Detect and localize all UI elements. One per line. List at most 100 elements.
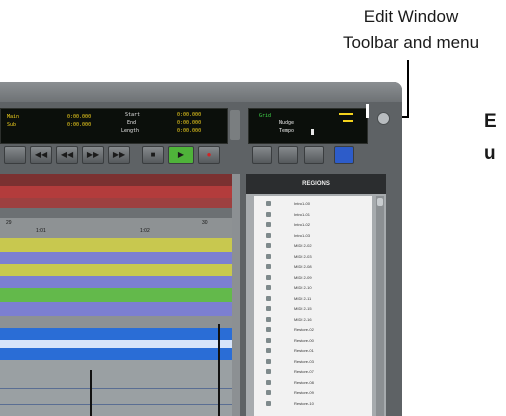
- region-item[interactable]: MIDI 2-08: [254, 263, 372, 270]
- region-icon: [266, 400, 271, 406]
- region-item[interactable]: MIDI 2-10: [254, 284, 372, 291]
- region-item[interactable]: Intro1-02: [254, 221, 372, 228]
- timeline-ruler[interactable]: 29 1:01 1:02 30: [0, 218, 232, 238]
- rtz-button[interactable]: [4, 146, 26, 164]
- annotation-right-partial: E u: [484, 106, 506, 170]
- end-icon[interactable]: ▶▶: [108, 146, 130, 164]
- window-title-bar[interactable]: [0, 82, 402, 102]
- forward-icon[interactable]: ▶▶: [82, 146, 104, 164]
- record-icon[interactable]: ●: [198, 146, 220, 164]
- length-value[interactable]: 0:00.000: [177, 128, 201, 134]
- region-label: MIDI 2-09: [294, 274, 312, 280]
- stop-icon[interactable]: ■: [142, 146, 164, 164]
- select-icon[interactable]: [278, 146, 298, 164]
- regions-header[interactable]: REGIONS: [246, 174, 386, 194]
- region-label: Restore-10: [294, 400, 314, 406]
- track-red-1[interactable]: [0, 174, 232, 186]
- track-yellow-2[interactable]: [0, 264, 232, 276]
- tracks-scrollbar[interactable]: [232, 174, 240, 416]
- region-item[interactable]: Restore-07: [254, 368, 372, 375]
- ruler-start: 29: [6, 220, 12, 226]
- tempo-note-icon: [311, 129, 314, 135]
- region-item[interactable]: MIDI 2-16: [254, 316, 372, 323]
- region-label: Intro1-02: [294, 222, 311, 227]
- region-label: Restore-01: [294, 348, 314, 353]
- region-item[interactable]: MIDI 2-11: [254, 295, 372, 302]
- region-item[interactable]: Intro1-01: [254, 211, 372, 218]
- window-menu-icon[interactable]: [377, 112, 390, 125]
- region-icon: [266, 390, 271, 395]
- track-purple-1[interactable]: [0, 252, 232, 264]
- region-icon: [266, 358, 271, 364]
- region-item[interactable]: Intro1-03: [254, 232, 372, 239]
- region-item[interactable]: MIDI 2-09: [254, 274, 372, 281]
- region-label: Restore-03: [294, 358, 314, 364]
- audio-waveform-track[interactable]: [0, 328, 232, 360]
- cursor-line: [90, 370, 92, 416]
- region-icon: [266, 316, 271, 322]
- region-icon: [266, 264, 271, 269]
- tracks-area[interactable]: 29 1:01 1:02 30: [0, 174, 240, 416]
- grab-icon[interactable]: [304, 146, 324, 164]
- region-label: Intro1-03: [294, 232, 311, 238]
- region-label: Intro1-01: [294, 211, 311, 217]
- back-icon[interactable]: ◀◀: [56, 146, 78, 164]
- menu-marker: [366, 104, 369, 118]
- region-item[interactable]: MIDI 2-02: [254, 242, 372, 249]
- nudge-label: Nudge: [279, 120, 295, 126]
- region-label: Restore-02: [294, 327, 314, 332]
- zoom-icon[interactable]: [252, 146, 272, 164]
- tempo-label: Tempo: [279, 128, 295, 134]
- track-red-2[interactable]: [0, 186, 232, 198]
- region-item[interactable]: Restore-00: [254, 337, 372, 344]
- transport-controls: ◀◀ ◀◀ ▶▶ ▶▶ ■ ▶ ●: [0, 146, 240, 164]
- callout-line-vertical: [407, 60, 409, 118]
- waveform: [0, 340, 232, 348]
- ruler-end: 30: [202, 220, 208, 226]
- region-item[interactable]: Restore-08: [254, 379, 372, 386]
- region-item[interactable]: Restore-02: [254, 326, 372, 333]
- region-label: Restore-08: [294, 379, 314, 385]
- region-label: Restore-07: [294, 369, 314, 374]
- region-item[interactable]: Restore-03: [254, 358, 372, 365]
- edit-scroll-control[interactable]: [230, 110, 240, 140]
- rewind-icon[interactable]: ◀◀: [30, 146, 52, 164]
- nudge-value-marker[interactable]: [343, 120, 353, 122]
- track-yellow-1[interactable]: [0, 238, 232, 252]
- region-icon: [266, 369, 271, 374]
- scrollbar-thumb[interactable]: [377, 198, 383, 206]
- region-item[interactable]: Restore-10: [254, 400, 372, 407]
- play-icon[interactable]: ▶: [168, 146, 194, 164]
- region-label: MIDI 2-02: [294, 243, 312, 248]
- start-label: Start: [125, 112, 141, 118]
- regions-scrollbar[interactable]: [376, 196, 384, 416]
- track-purple-3[interactable]: [0, 302, 232, 316]
- edit-tools: [248, 146, 368, 164]
- ruler-mark-1: 1:01: [36, 228, 46, 234]
- region-item[interactable]: MIDI 2-03: [254, 253, 372, 260]
- region-item[interactable]: Restore-09: [254, 389, 372, 396]
- end-value[interactable]: 0:00.000: [177, 120, 201, 126]
- start-value[interactable]: 0:00.000: [177, 112, 201, 118]
- region-label: Intro1-00: [294, 201, 311, 206]
- main-counter-label: Main: [7, 114, 20, 120]
- regions-list[interactable]: Intro1-00 Intro1-01 Intro1-02 Intro1-03 MIDI…: [254, 196, 372, 416]
- region-item[interactable]: Intro1-00: [254, 200, 372, 207]
- main-counter-value[interactable]: 0:00.000: [67, 114, 91, 120]
- pencil-icon[interactable]: [334, 146, 354, 164]
- track-gap: [0, 208, 232, 218]
- counter-display: Main Sub 0:00.000 0:00.000 Start End Len…: [0, 108, 228, 144]
- region-icon: [266, 222, 271, 227]
- track-purple-2[interactable]: [0, 276, 232, 288]
- grid-value-marker[interactable]: [339, 113, 353, 115]
- region-label: Restore-09: [294, 390, 314, 395]
- track-green-1[interactable]: [0, 288, 232, 302]
- region-icon: [266, 295, 271, 301]
- annotation-line-1: Edit Window: [363, 7, 459, 26]
- region-item[interactable]: Restore-01: [254, 347, 372, 354]
- region-item[interactable]: MIDI 2-15: [254, 305, 372, 312]
- track-gray[interactable]: [0, 316, 232, 328]
- track-red-3[interactable]: [0, 198, 232, 208]
- sub-counter-value[interactable]: 0:00.000: [67, 122, 91, 128]
- lower-tracks[interactable]: [0, 360, 232, 416]
